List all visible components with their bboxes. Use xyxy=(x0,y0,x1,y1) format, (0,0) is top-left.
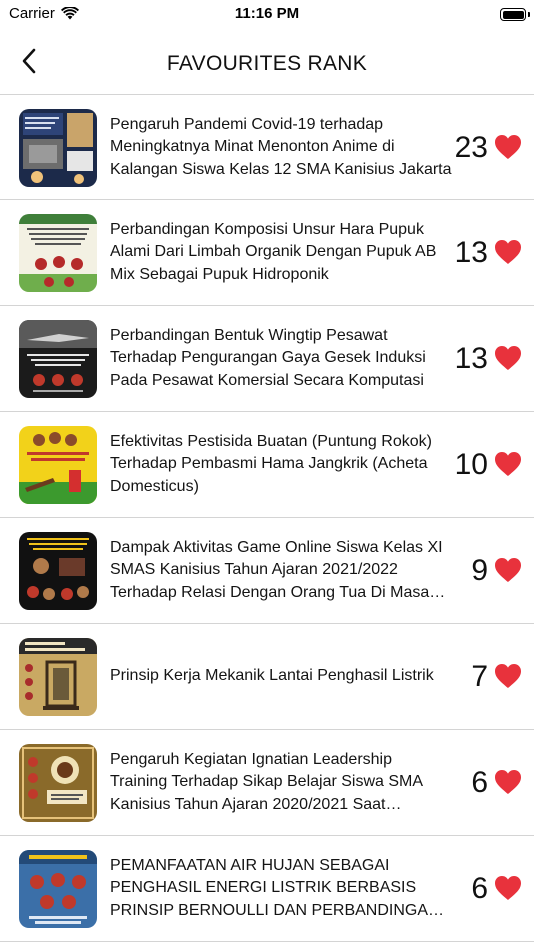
heart-icon[interactable] xyxy=(494,345,522,371)
heart-icon[interactable] xyxy=(494,769,522,795)
favourite-count: 13 xyxy=(454,235,488,269)
heart-icon[interactable] xyxy=(494,875,522,901)
item-title: PEMANFAATAN AIR HUJAN SEBAGAI PENGHASIL … xyxy=(110,856,440,919)
poster-thumbnail xyxy=(19,320,97,398)
poster-thumbnail xyxy=(19,426,97,504)
favourite-count: 13 xyxy=(454,341,488,375)
favourite-count: 9 xyxy=(471,553,488,587)
favourite-count: 6 xyxy=(471,765,488,799)
status-bar: Carrier 11:16 PM xyxy=(0,0,534,30)
poster-thumbnail xyxy=(19,532,97,610)
favourite-count: 23 xyxy=(454,130,488,164)
poster-thumbnail xyxy=(19,214,97,292)
list-item[interactable]: Dampak Aktivitas Game Online Siswa Kelas… xyxy=(0,518,534,624)
poster-thumbnail xyxy=(19,744,97,822)
list-item[interactable]: Efektivitas Pestisida Buatan (Puntung Ro… xyxy=(0,412,534,518)
status-time: 11:16 PM xyxy=(234,5,300,22)
poster-thumbnail xyxy=(19,109,97,187)
item-title: Perbandingan Bentuk Wingtip Pesawat Terh… xyxy=(110,326,426,389)
heart-icon[interactable] xyxy=(494,134,522,160)
favourites-list: Pengaruh Pandemi Covid-19 terhadap Menin… xyxy=(0,94,534,942)
heart-icon[interactable] xyxy=(494,663,522,689)
item-title: Pengaruh Kegiatan Ignatian Leadership Tr… xyxy=(110,750,423,813)
page-title: FAVOURITES RANK xyxy=(166,52,368,75)
favourite-count: 7 xyxy=(471,659,488,693)
poster-thumbnail xyxy=(19,850,97,928)
battery-icon xyxy=(500,8,526,21)
item-title: Perbandingan Komposisi Unsur Hara Pupuk … xyxy=(110,220,437,283)
heart-icon[interactable] xyxy=(494,239,522,265)
favourite-count: 10 xyxy=(454,447,488,481)
favourite-count: 6 xyxy=(471,871,488,905)
poster-thumbnail xyxy=(19,638,97,716)
list-item[interactable]: Pengaruh Pandemi Covid-19 terhadap Menin… xyxy=(0,94,534,200)
battery-tip xyxy=(528,12,530,17)
item-title: Dampak Aktivitas Game Online Siswa Kelas… xyxy=(110,538,443,601)
item-title: Prinsip Kerja Mekanik Lantai Penghasil L… xyxy=(110,667,434,685)
list-item[interactable]: Pengaruh Kegiatan Ignatian Leadership Tr… xyxy=(0,730,534,836)
list-item[interactable]: Perbandingan Komposisi Unsur Hara Pupuk … xyxy=(0,200,534,306)
heart-icon[interactable] xyxy=(494,451,522,477)
list-item[interactable]: PEMANFAATAN AIR HUJAN SEBAGAI PENGHASIL … xyxy=(0,836,534,942)
list-item[interactable]: Prinsip Kerja Mekanik Lantai Penghasil L… xyxy=(0,624,534,730)
list-item[interactable]: Perbandingan Bentuk Wingtip Pesawat Terh… xyxy=(0,306,534,412)
navigation-bar: FAVOURITES RANK xyxy=(0,40,534,86)
heart-icon[interactable] xyxy=(494,557,522,583)
item-title: Pengaruh Pandemi Covid-19 terhadap Menin… xyxy=(110,115,452,178)
item-title: Efektivitas Pestisida Buatan (Puntung Ro… xyxy=(110,432,432,495)
